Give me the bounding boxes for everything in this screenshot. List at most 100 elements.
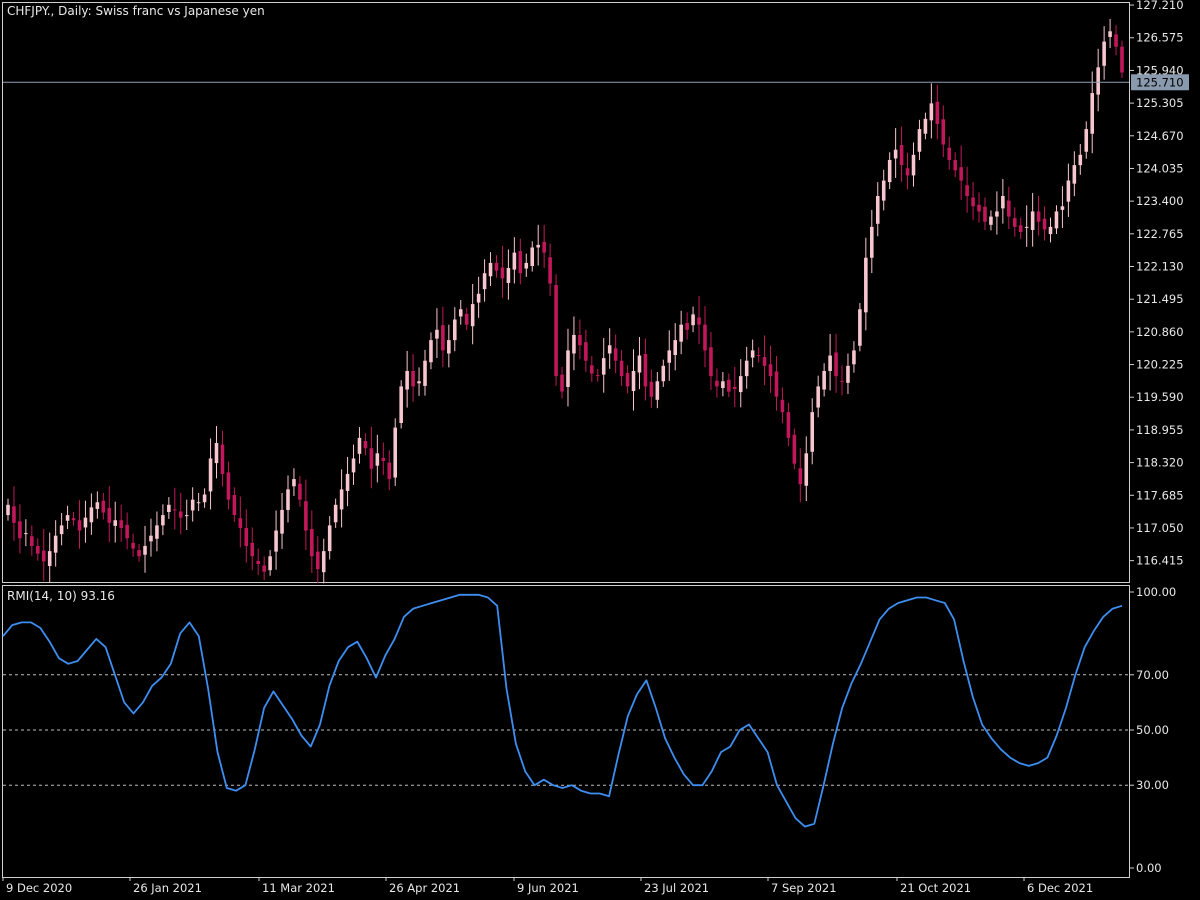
price-chart-window[interactable]: 127.210126.575125.940125.305124.670124.0…	[0, 0, 1200, 900]
candle-body	[53, 535, 58, 553]
candle-body	[506, 268, 511, 283]
rmi-line-series	[2, 593, 1123, 828]
candle-body	[405, 370, 409, 390]
candle-body	[607, 345, 612, 354]
candle-body	[500, 267, 505, 279]
candle-body	[518, 251, 523, 274]
candle-body	[792, 434, 797, 464]
candle-body	[762, 357, 767, 366]
candle-body	[703, 324, 707, 351]
candle-body	[18, 521, 22, 539]
candle-body	[923, 118, 928, 134]
price-tick-label: 117.050	[1136, 521, 1184, 535]
candle-body	[167, 504, 171, 513]
candle-body	[262, 565, 266, 572]
price-tick-label: 118.320	[1136, 456, 1184, 470]
candle-body	[566, 350, 570, 387]
rmi-tick-label: 0.00	[1136, 861, 1162, 875]
price-tick-label: 116.415	[1136, 554, 1184, 568]
candle-body	[572, 334, 576, 354]
candle-body	[417, 381, 421, 384]
candle-body	[274, 530, 278, 552]
candle-body	[864, 257, 868, 313]
candle-body	[202, 494, 207, 503]
candle-body	[41, 550, 46, 562]
candle-body	[810, 412, 815, 452]
candle-body	[846, 365, 850, 383]
candle-body	[184, 515, 189, 517]
candle-body	[220, 444, 225, 474]
candle-body	[1060, 206, 1065, 210]
candle-body	[464, 313, 469, 325]
price-tick-label: 121.495	[1136, 292, 1184, 306]
candle-body	[393, 427, 398, 478]
candle-body	[441, 325, 445, 351]
candle-body	[196, 502, 201, 504]
candle-body	[178, 511, 183, 518]
candle-body	[1036, 211, 1041, 222]
candle-body	[143, 545, 147, 555]
candle-body	[101, 500, 106, 513]
candle-body	[83, 517, 88, 528]
time-tick-label: 21 Oct 2021	[900, 881, 971, 895]
candle-body	[77, 520, 82, 531]
candle-body	[363, 440, 368, 449]
candle-body	[875, 196, 880, 224]
candle-body	[947, 147, 952, 160]
candle-body	[840, 380, 844, 382]
candle-body	[536, 244, 540, 248]
candle-body	[613, 348, 618, 361]
indicator-title: RMI(14, 10) 93.16	[7, 589, 115, 603]
candle-body	[137, 550, 141, 557]
candle-body	[488, 262, 493, 277]
indicator-panel-frame	[2, 585, 1130, 878]
candle-body	[643, 354, 648, 387]
candle-body	[280, 509, 284, 534]
candle-body	[780, 399, 785, 413]
candle-body	[661, 365, 666, 382]
candle-body	[131, 542, 135, 549]
rmi-line	[2, 593, 1123, 828]
candle-body	[804, 453, 809, 486]
time-axis: 9 Dec 2020 26 Jan 2021 11 Mar 2021 26 Apr 2…	[2, 877, 1093, 895]
rmi-tick-label: 50.00	[1136, 723, 1169, 737]
candle-body	[250, 542, 255, 557]
candle-body	[458, 309, 463, 317]
candle-body	[1120, 46, 1124, 73]
candle-body	[822, 370, 826, 390]
candle-body	[619, 360, 624, 377]
candle-body	[530, 247, 535, 266]
candle-body	[727, 379, 731, 392]
candle-body	[381, 457, 386, 462]
candle-body	[208, 458, 213, 492]
candle-body	[977, 204, 981, 212]
candle-body	[554, 285, 558, 377]
candle-body	[738, 376, 743, 393]
candle-body	[1084, 129, 1089, 152]
candle-body	[756, 355, 761, 357]
candle-body	[304, 501, 308, 531]
candle-body	[768, 364, 773, 377]
candle-body	[929, 103, 934, 121]
candle-body	[709, 347, 713, 377]
candle-body	[65, 515, 70, 521]
candle-body	[292, 479, 296, 487]
candle-body	[834, 352, 838, 377]
time-tick-label: 6 Dec 2021	[1027, 881, 1093, 895]
rmi-tick-label: 70.00	[1136, 668, 1169, 682]
candle-body	[995, 211, 999, 217]
candle-body	[1096, 67, 1100, 95]
candle-body	[935, 101, 940, 124]
candle-body	[667, 350, 672, 363]
price-tick-label: 124.670	[1136, 129, 1184, 143]
candle-body	[399, 386, 403, 423]
candle-body	[548, 257, 552, 284]
candle-body	[590, 365, 594, 374]
candle-body	[1048, 226, 1053, 235]
candle-body	[256, 560, 260, 564]
candle-body	[715, 380, 719, 387]
candle-body	[911, 154, 916, 176]
main-panel-frame	[2, 2, 1130, 583]
candle-body	[524, 262, 529, 269]
rmi-tick-label: 100.00	[1136, 585, 1176, 599]
